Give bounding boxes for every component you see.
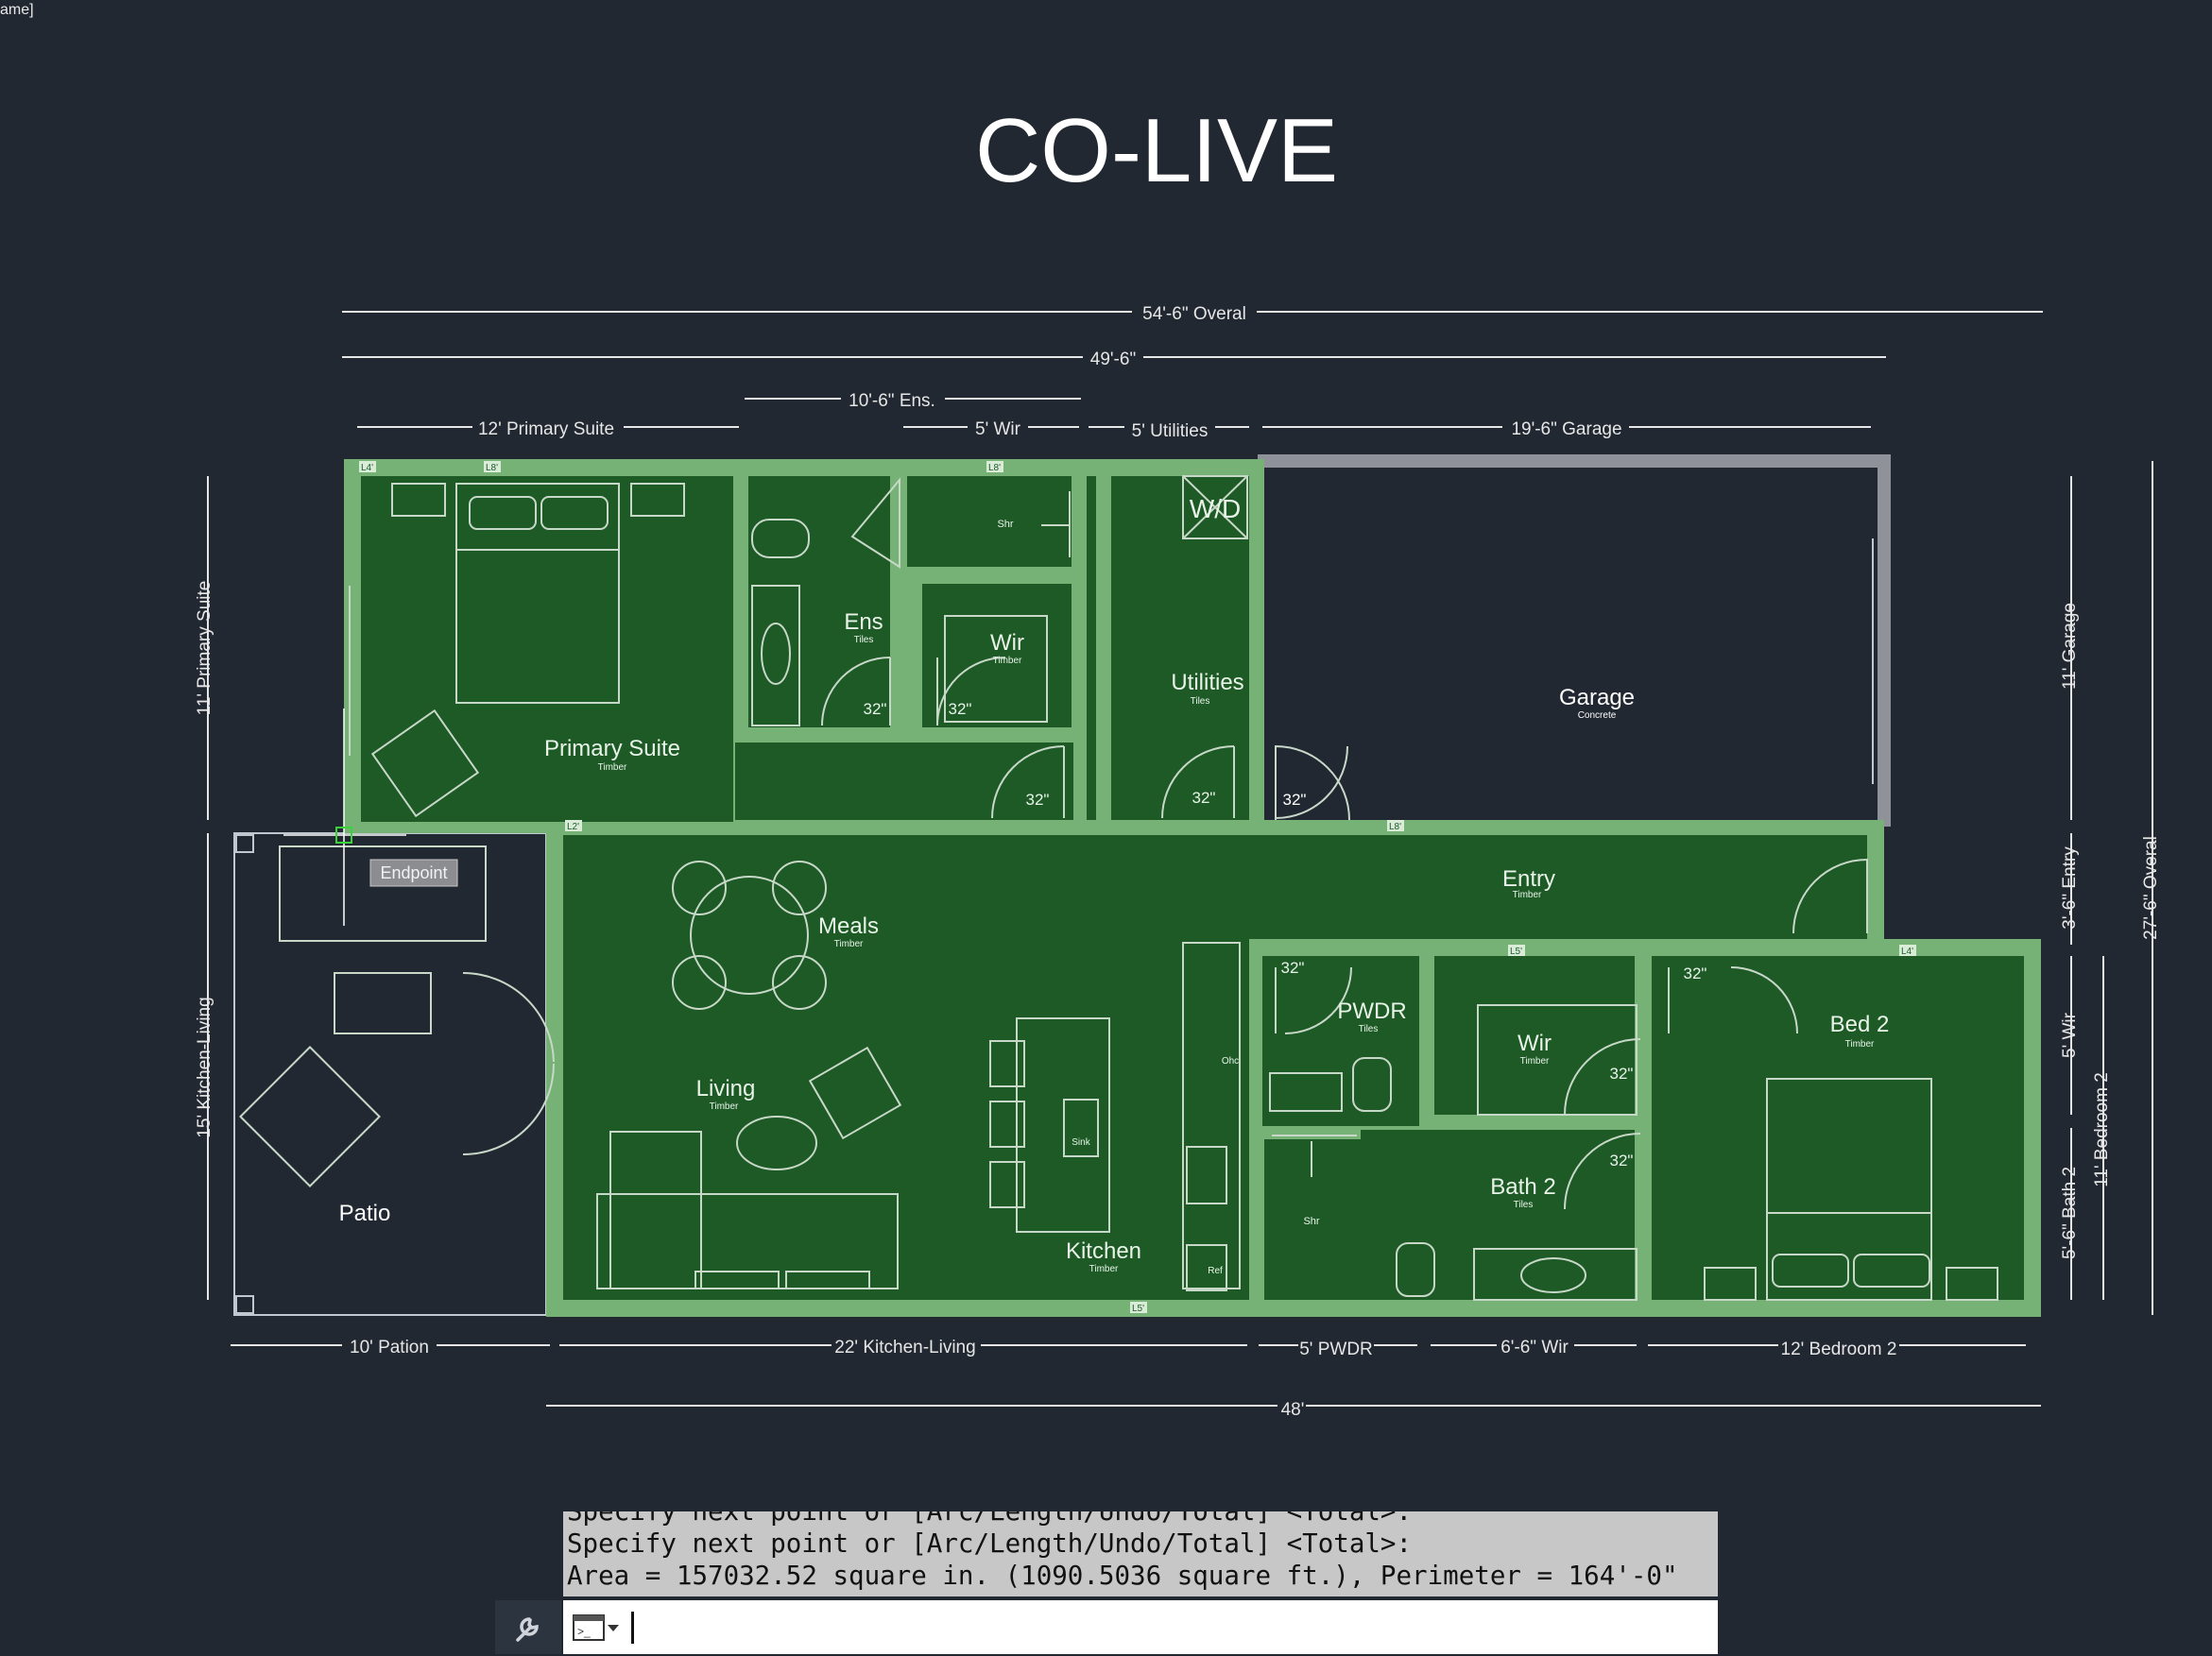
door-label: 32" [1283, 791, 1307, 809]
room-garage: Garage [1559, 685, 1635, 710]
room-pwdr: PWDR [1337, 999, 1406, 1024]
door-label: 32" [1281, 959, 1305, 977]
svg-text:Tiles: Tiles [1191, 696, 1210, 707]
room-patio: Patio [339, 1201, 391, 1226]
dim-wir: 5' Wir [975, 419, 1021, 439]
dim-bot-overall: 48' [1281, 1400, 1305, 1420]
svg-text:Timber: Timber [1513, 890, 1542, 900]
dim-right-overall: 27'-6" Overal [2141, 836, 2161, 940]
door-label: 32" [1026, 791, 1050, 809]
svg-text:Timber: Timber [1089, 1264, 1119, 1274]
room-ens: Ens [844, 609, 883, 635]
command-history-line: Specify next point or [Arc/Length/Undo/T… [567, 1511, 1413, 1527]
command-prompt-dropdown[interactable]: >_ [563, 1600, 629, 1654]
svg-text:Timber: Timber [993, 656, 1022, 666]
shower-label: Shr [997, 519, 1013, 530]
svg-text:L8': L8' [1389, 822, 1401, 832]
room-entry: Entry [1502, 866, 1555, 892]
shower-bath2-label: Shr [1303, 1216, 1319, 1227]
dim-right-entry: 3'-6" Entry [2060, 846, 2080, 930]
svg-text:Timber: Timber [834, 939, 864, 949]
dim-right-bath: 5'-6" Bath 2 [2060, 1167, 2080, 1259]
svg-text:Concrete: Concrete [1578, 710, 1617, 721]
dim-left-primary: 11' Primary Suite [195, 581, 214, 716]
dim-primary: 12' Primary Suite [478, 419, 614, 439]
command-history-line: Specify next point or [Arc/Length/Undo/T… [567, 1528, 1413, 1559]
door-label: 32" [949, 700, 972, 718]
room-kitchen: Kitchen [1066, 1238, 1141, 1264]
dim-garage: 19'-6" Garage [1511, 419, 1621, 439]
door-label: 32" [1192, 789, 1216, 807]
door-label: 32" [1610, 1065, 1634, 1083]
washer-dryer-label: W/D [1190, 494, 1241, 523]
door-label: 32" [1684, 965, 1707, 982]
patio-outline [233, 832, 547, 1316]
svg-text:Timber: Timber [598, 762, 627, 773]
dim-right-garage: 11' Garage [2060, 603, 2080, 690]
svg-text:L5': L5' [1132, 1304, 1144, 1314]
door-label: 32" [864, 700, 887, 718]
command-input-container: >_ [563, 1599, 1718, 1655]
svg-text:Timber: Timber [1845, 1039, 1875, 1050]
dim-bot-patio: 10' Pation [350, 1338, 429, 1357]
door-label: 32" [1610, 1152, 1634, 1169]
command-line-bar: >_ [495, 1599, 1718, 1655]
room-meals: Meals [818, 913, 879, 939]
room-bed-2: Bed 2 [1830, 1012, 1890, 1037]
svg-text:L4': L4' [1901, 947, 1913, 957]
dim-ens: 10'-6" Ens. [849, 391, 935, 411]
dim-bot-bed: 12' Bedroom 2 [1781, 1340, 1897, 1359]
dim-bot-pwdr: 5' PWDR [1299, 1340, 1373, 1359]
wrench-icon [516, 1616, 539, 1642]
dim-left-kitchen: 15' Kitchen-Living [195, 997, 214, 1137]
svg-text:>_: >_ [577, 1625, 591, 1638]
svg-text:Tiles: Tiles [1359, 1024, 1379, 1034]
svg-text:L5': L5' [1510, 947, 1522, 957]
dim-right-bed: 11' Bedroom 2 [2092, 1072, 2112, 1187]
room-utilities: Utilities [1171, 670, 1243, 695]
fridge-label: Ref [1208, 1266, 1223, 1276]
floor-plan-canvas[interactable]: CO-LIVE Primary Suite Timber Ens Tiles W… [0, 0, 2212, 1511]
svg-text:Timber: Timber [710, 1101, 739, 1112]
endpoint-tooltip: Endpoint [369, 859, 458, 887]
sink-label: Sink [1072, 1137, 1090, 1148]
svg-text:L4': L4' [361, 463, 373, 473]
svg-text:Endpoint: Endpoint [380, 863, 447, 882]
room-wir: Wir [990, 630, 1024, 656]
command-history-line: Area = 157032.52 square in. (1090.5036 s… [567, 1561, 1678, 1591]
svg-text:Tiles: Tiles [854, 635, 874, 645]
prompt-icon: >_ [573, 1613, 619, 1641]
oven-label: Ohc [1222, 1056, 1239, 1067]
svg-text:L8': L8' [988, 463, 1001, 473]
room-living: Living [696, 1076, 756, 1101]
dim-bot-wir: 6'-6" Wir [1500, 1338, 1569, 1357]
room-bath-2: Bath 2 [1490, 1174, 1555, 1200]
room-wir-2: Wir [1518, 1031, 1552, 1056]
customize-wrench-button[interactable] [495, 1600, 561, 1654]
dim-utilities: 5' Utilities [1132, 421, 1209, 441]
dim-bot-kitchen: 22' Kitchen-Living [834, 1338, 975, 1357]
dim-right-wir: 5' Wir [2060, 1012, 2080, 1058]
room-primary-suite: Primary Suite [544, 736, 680, 761]
command-history: Specify next point or [Arc/Length/Undo/T… [563, 1511, 1718, 1596]
svg-text:L8': L8' [486, 463, 498, 473]
dim-main-top: 49'-6" [1090, 350, 1136, 369]
dim-overall-top: 54'-6" Overal [1142, 304, 1246, 324]
svg-text:Timber: Timber [1520, 1056, 1550, 1067]
svg-text:L2': L2' [567, 822, 579, 832]
drawing-title: CO-LIVE [975, 100, 1338, 201]
command-input[interactable] [634, 1599, 1718, 1655]
svg-text:Tiles: Tiles [1514, 1200, 1534, 1210]
